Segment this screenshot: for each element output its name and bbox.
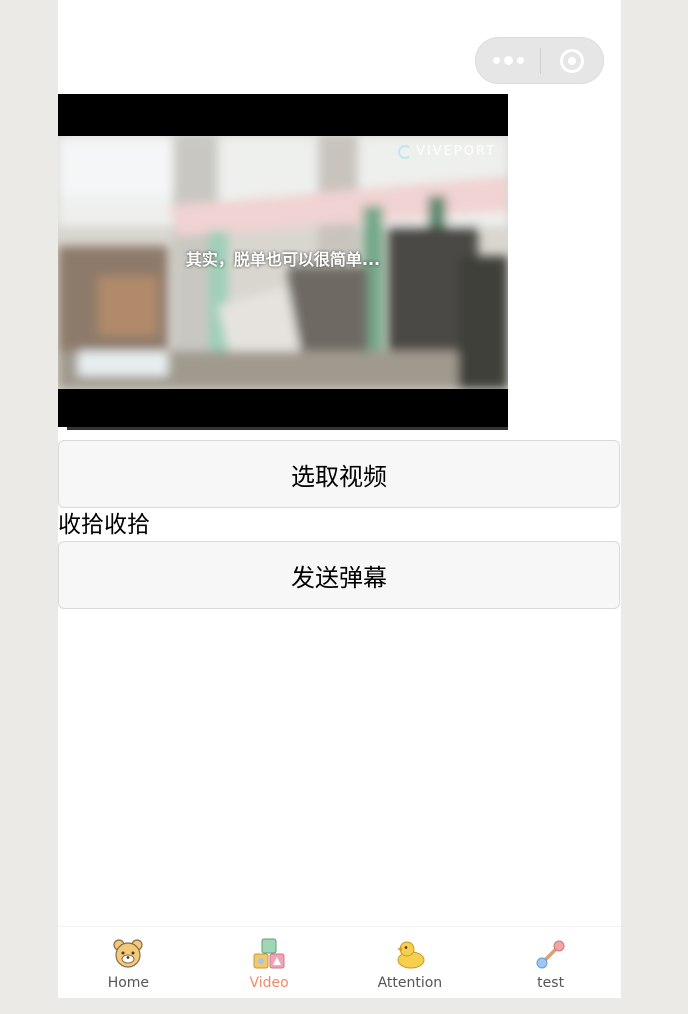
- video-player[interactable]: VIVEPORT 其实，脱单也可以很简单...: [58, 94, 508, 430]
- viveport-logo-icon: [398, 144, 413, 159]
- video-frame: VIVEPORT 其实，脱单也可以很简单...: [58, 136, 508, 389]
- mini-program-capsule: [475, 37, 604, 84]
- watermark-text: VIVEPORT: [416, 144, 496, 159]
- rattle-icon: [536, 940, 565, 969]
- mini-program-page: VIVEPORT 其实，脱单也可以很简单... 选取视频 收拾收拾 发送弹幕 H…: [58, 0, 621, 998]
- bottom-tab-bar: Home Video Attention test: [58, 926, 621, 998]
- video-progress-fill: [58, 427, 67, 430]
- close-circle-icon[interactable]: [541, 48, 603, 73]
- tab-test[interactable]: test: [480, 927, 621, 998]
- choose-video-button[interactable]: 选取视频: [58, 440, 620, 508]
- more-dots-icon[interactable]: [476, 38, 540, 83]
- tab-video-label: Video: [249, 975, 289, 991]
- duck-icon: [396, 941, 425, 969]
- tab-attention-label: Attention: [377, 975, 443, 991]
- tab-home[interactable]: Home: [58, 927, 199, 998]
- video-progress-bar[interactable]: [58, 427, 508, 430]
- bear-icon: [113, 939, 143, 968]
- tab-home-label: Home: [107, 975, 150, 991]
- blocks-icon: [253, 938, 285, 969]
- tab-test-label: test: [537, 975, 565, 991]
- danmu-text: 收拾收拾: [58, 512, 150, 538]
- video-subtitle: 其实，脱单也可以很简单...: [185, 250, 381, 269]
- tab-video[interactable]: Video: [199, 927, 340, 998]
- tab-attention[interactable]: Attention: [340, 927, 481, 998]
- watermark-logo: VIVEPORT: [398, 144, 496, 159]
- send-danmu-button[interactable]: 发送弹幕: [58, 541, 620, 609]
